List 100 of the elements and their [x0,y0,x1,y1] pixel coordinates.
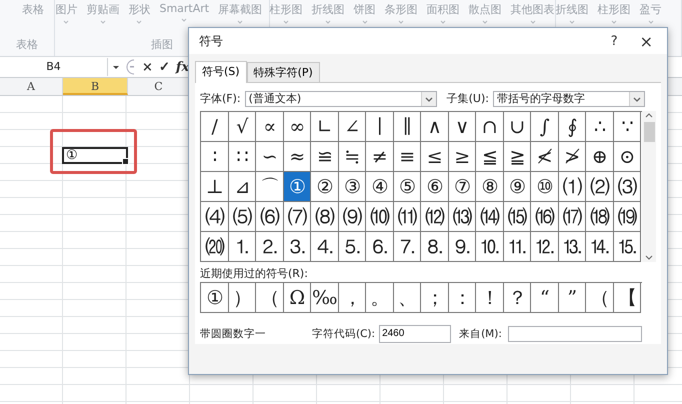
symbol-cell[interactable]: ⑧ [476,172,504,202]
symbol-cell[interactable]: ≡ [394,142,421,172]
symbol-cell[interactable]: ⒉ [256,232,284,262]
symbol-cell[interactable]: / [201,112,228,142]
symbol-cell[interactable]: ⒎ [394,232,421,262]
symbol-cell[interactable]: ∩ [476,112,504,142]
symbol-cell[interactable]: ② [311,172,338,202]
symbol-cell[interactable]: ⒑ [476,232,504,262]
symbol-cell[interactable]: ⒁ [476,202,504,232]
symbol-cell[interactable]: ⒍ [366,232,394,262]
symbol-cell[interactable]: ⑾ [394,202,421,232]
symbol-cell[interactable]: ⒏ [421,232,448,262]
name-box[interactable]: B4 [0,58,108,76]
symbol-cell[interactable]: ⑴ [558,172,586,202]
symbol-cell[interactable]: ⒌ [338,232,366,262]
from-dropdown[interactable] [508,326,642,342]
column-header[interactable]: B [63,78,128,95]
symbol-cell[interactable]: ⊿ [228,172,256,202]
symbol-cell[interactable]: ≥ [448,142,476,172]
symbol-cell[interactable]: ⑩ [531,172,558,202]
symbol-cell[interactable]: ⒊ [284,232,311,262]
scrollbar[interactable] [642,111,656,262]
symbol-cell[interactable]: ⑦ [448,172,476,202]
tab[interactable]: 特殊字符(P) [246,62,320,82]
symbol-cell[interactable]: ∶ [201,142,228,172]
group-label: 表格 [16,38,38,51]
symbol-cell[interactable]: ≧ [504,142,531,172]
symbol-cell[interactable]: ∞ [284,112,311,142]
symbol-cell[interactable]: ≒ [338,142,366,172]
tab[interactable]: 符号(S) [195,61,247,83]
symbol-cell[interactable]: ⒄ [558,202,586,232]
symbol-cell[interactable]: ⑺ [284,202,311,232]
symbol-cell[interactable]: ⑼ [338,202,366,232]
symbol-cell[interactable]: ⒅ [586,202,614,232]
active-cell[interactable]: ① [62,147,128,164]
symbol-cell[interactable]: ⑸ [228,202,256,232]
symbol-cell[interactable]: ∫ [531,112,558,142]
symbol-cell[interactable]: ⒐ [448,232,476,262]
symbol-cell[interactable]: ⑶ [614,172,641,202]
symbol-cell[interactable]: ⊙ [614,142,641,172]
symbol-cell[interactable]: ⑿ [421,202,448,232]
font-dropdown[interactable]: (普通文本) [244,90,437,107]
symbol-cell[interactable]: ① [284,172,311,202]
symbol-cell[interactable]: ⒀ [448,202,476,232]
caret-icon [283,20,289,24]
symbol-cell[interactable]: ⒋ [311,232,338,262]
close-button[interactable]: × [634,32,659,50]
symbol-cell[interactable]: ③ [338,172,366,202]
code-field[interactable]: 2460 [379,324,452,343]
symbol-cell[interactable]: ⒃ [531,202,558,232]
symbol-cell[interactable]: ⒂ [504,202,531,232]
symbol-cell[interactable]: ∽ [256,142,284,172]
symbol-cell[interactable]: ∧ [421,112,448,142]
group-label: 插图 [150,38,173,51]
formula-button[interactable]: ✓ [158,59,170,75]
symbol-cell[interactable]: ∴ [586,112,614,142]
symbol-cell[interactable]: √ [228,112,256,142]
symbol-cell[interactable]: ∟ [311,112,338,142]
symbol-cell[interactable]: ⑤ [394,172,421,202]
symbol-cell[interactable]: ∥ [394,112,421,142]
symbol-cell[interactable]: ≮ [531,142,558,172]
formula-button[interactable]: fx [176,60,190,74]
formula-button[interactable]: × [142,60,153,74]
caret-icon [482,20,488,24]
symbol-cell[interactable]: ≦ [476,142,504,172]
symbol-cell[interactable]: ⑹ [256,202,284,232]
symbol-cell[interactable]: ⒆ [614,202,641,232]
symbol-cell[interactable]: ⑨ [504,172,531,202]
symbol-cell[interactable]: ≠ [366,142,394,172]
symbol-cell[interactable]: ⑵ [586,172,614,202]
symbol-cell[interactable]: ⒈ [228,232,256,262]
symbol-cell[interactable]: ⑽ [366,202,394,232]
symbol-cell[interactable]: ⒔ [558,232,586,262]
symbol-cell[interactable]: ∝ [256,112,284,142]
symbol-cell[interactable]: ⑥ [421,172,448,202]
symbol-cell[interactable]: ⒖ [614,232,641,262]
caret-icon [440,20,446,24]
symbol-cell[interactable]: ∨ [448,112,476,142]
subset-dropdown[interactable]: 带括号的字母数字 [492,90,645,107]
symbol-cell[interactable]: ⒇ [201,232,228,262]
symbol-cell[interactable]: ⑷ [201,202,228,232]
symbol-cell[interactable]: ∣ [366,112,394,142]
symbol-cell[interactable]: ∷ [228,142,256,172]
symbol-cell[interactable]: ∮ [558,112,586,142]
symbol-cell[interactable]: ⒕ [586,232,614,262]
symbol-cell[interactable]: ∪ [504,112,531,142]
symbol-cell[interactable]: ⊕ [586,142,614,172]
symbol-cell[interactable]: ⑻ [311,202,338,232]
symbol-cell[interactable]: ⒒ [504,232,531,262]
recent-label: 近期使用过的符号(R): [200,266,309,282]
scroll-thumb[interactable] [644,122,654,142]
symbol-cell[interactable]: ⊥ [201,172,228,202]
symbol-cell[interactable]: ∵ [614,112,641,142]
symbol-cell[interactable]: ④ [366,172,394,202]
symbol-cell[interactable]: ≯ [558,142,586,172]
symbol-cell[interactable]: ≤ [421,142,448,172]
help-button[interactable]: ? [604,34,624,48]
symbol-cell[interactable]: ≌ [311,142,338,172]
symbol-cell[interactable]: ∠ [338,112,366,142]
symbol-cell[interactable]: ⒓ [531,232,558,262]
